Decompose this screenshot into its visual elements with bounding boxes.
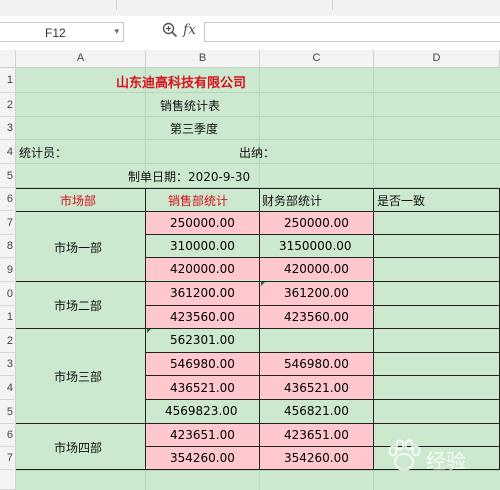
- sales-cell[interactable]: 423651.00: [170, 428, 235, 442]
- row-header[interactable]: 3: [0, 117, 16, 140]
- finance-cell[interactable]: 420000.00: [284, 262, 349, 276]
- row-header[interactable]: 6: [0, 188, 16, 211]
- row-header[interactable]: 4: [0, 376, 16, 400]
- finance-cell[interactable]: 3150000.00: [279, 239, 352, 253]
- row-header[interactable]: 1: [0, 68, 16, 93]
- watermark: 经验: [384, 437, 496, 477]
- sales-cell[interactable]: 562301.00: [170, 333, 235, 347]
- period-label: 第三季度: [170, 122, 219, 136]
- zoom-icon[interactable]: [162, 22, 178, 38]
- dept-label: 市场三部: [54, 370, 103, 384]
- row-header[interactable]: 6: [0, 424, 16, 447]
- row-header[interactable]: 7: [0, 211, 16, 235]
- finance-cell[interactable]: 423560.00: [284, 310, 349, 324]
- row-header[interactable]: 8: [0, 235, 16, 258]
- name-box[interactable]: F12 ▾: [0, 22, 124, 42]
- date-line: 制单日期：2020-9-30: [128, 170, 251, 184]
- finance-cell[interactable]: 354260.00: [284, 451, 349, 465]
- name-box-value: F12: [45, 26, 66, 40]
- statistician-label: 统计员：: [19, 146, 68, 160]
- report-title: 销售统计表: [160, 99, 221, 113]
- sales-cell[interactable]: 250000.00: [170, 216, 235, 230]
- select-all-corner[interactable]: [0, 50, 16, 68]
- row-header[interactable]: 2: [0, 329, 16, 353]
- header-finance-stat: 财务部统计: [262, 194, 323, 208]
- column-header-a[interactable]: A: [16, 50, 146, 68]
- finance-cell[interactable]: 436521.00: [284, 381, 349, 395]
- row-header[interactable]: 2: [0, 93, 16, 117]
- row-header[interactable]: 7: [0, 447, 16, 470]
- column-header-b[interactable]: B: [146, 50, 260, 68]
- row-header[interactable]: 3: [0, 353, 16, 376]
- header-sales-stat: 销售部统计: [168, 194, 229, 208]
- finance-cell[interactable]: 250000.00: [284, 216, 349, 230]
- sales-cell[interactable]: 546980.00: [170, 357, 235, 371]
- dept-label: 市场四部: [54, 441, 103, 455]
- row-header[interactable]: 9: [0, 258, 16, 282]
- dept-label: 市场二部: [54, 299, 103, 313]
- finance-cell[interactable]: 423651.00: [284, 428, 349, 442]
- row-header[interactable]: 4: [0, 140, 16, 164]
- company-title: 山东迪高科技有限公司: [116, 76, 247, 91]
- sales-cell[interactable]: 4569823.00: [165, 404, 238, 418]
- finance-cell[interactable]: 546980.00: [284, 357, 349, 371]
- ribbon-divider: [332, 0, 333, 10]
- sales-cell[interactable]: 361200.00: [170, 286, 235, 300]
- row-header[interactable]: [0, 470, 16, 490]
- header-consistent: 是否一致: [377, 194, 426, 208]
- fx-icon[interactable]: fx: [183, 22, 196, 38]
- sales-cell[interactable]: 436521.00: [170, 381, 235, 395]
- error-indicator: [261, 282, 265, 286]
- row-header[interactable]: 5: [0, 400, 16, 424]
- worksheet-grid[interactable]: 山东迪高科技有限公司 销售统计表 第三季度 统计员： 出纳： 制单日期：2020…: [16, 68, 500, 490]
- ribbon-strip: [0, 0, 500, 17]
- sales-cell[interactable]: 310000.00: [170, 239, 235, 253]
- sales-cell[interactable]: 354260.00: [170, 451, 235, 465]
- column-header-c[interactable]: C: [260, 50, 374, 68]
- row-header[interactable]: 1: [0, 306, 16, 329]
- dept-label: 市场一部: [54, 241, 103, 255]
- finance-cell[interactable]: 361200.00: [284, 286, 349, 300]
- row-header[interactable]: 0: [0, 282, 16, 306]
- error-indicator: [147, 329, 151, 333]
- ribbon-divider: [116, 0, 117, 10]
- finance-cell[interactable]: 456821.00: [284, 404, 349, 418]
- column-header-d[interactable]: D: [374, 50, 500, 68]
- formula-input[interactable]: [204, 22, 500, 42]
- header-market-dept: 市场部: [60, 194, 97, 208]
- sales-cell[interactable]: 423560.00: [170, 310, 235, 324]
- chevron-down-icon[interactable]: ▾: [114, 26, 119, 37]
- row-header[interactable]: 5: [0, 164, 16, 188]
- watermark-text: 经验: [426, 449, 466, 473]
- cashier-label: 出纳：: [239, 146, 276, 160]
- paw-logo-icon: [388, 439, 421, 471]
- sales-cell[interactable]: 420000.00: [170, 262, 235, 276]
